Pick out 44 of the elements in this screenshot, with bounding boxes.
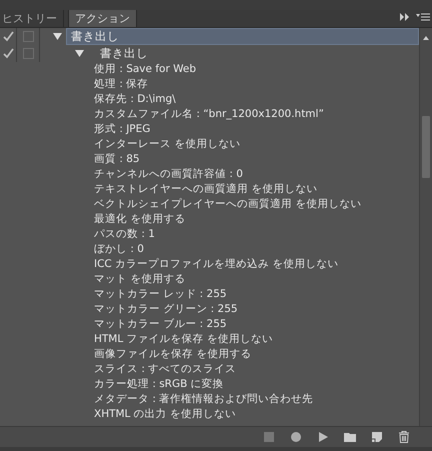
step-detail: 保存先 : D:\img\ <box>94 92 176 107</box>
expand-triangle-icon[interactable] <box>53 33 62 40</box>
play-icon[interactable] <box>317 431 329 443</box>
folder-icon[interactable] <box>344 431 356 443</box>
step-detail: 画像ファイルを保存 を使用する <box>94 347 252 362</box>
record-icon[interactable] <box>290 431 302 443</box>
step-detail: マットカラー グリーン : 255 <box>94 302 238 317</box>
step-detail: カラー処理 : sRGB に変換 <box>94 377 224 392</box>
scrollbar-thumb[interactable] <box>422 116 430 178</box>
dialog-toggle[interactable] <box>22 48 34 59</box>
step-detail: テキストレイヤーへの画質適用 を使用しない <box>94 182 318 197</box>
menu-icon[interactable] <box>416 13 430 21</box>
step-detail: メタデータ : 著作権情報および問い合わせ先 <box>94 392 314 407</box>
step-detail: チャンネルへの画質許容値 : 0 <box>94 167 243 182</box>
step-detail: マットカラー ブルー : 255 <box>94 317 227 332</box>
step-detail: 使用 : Save for Web <box>94 62 196 77</box>
scrollbar[interactable] <box>419 28 432 426</box>
dialog-toggle[interactable] <box>22 31 34 42</box>
step-detail: スライス : すべてのスライス <box>94 362 236 377</box>
step-detail: 処理 : 保存 <box>94 77 148 92</box>
step-detail: ICC カラープロファイルを埋め込み を使用しない <box>94 257 338 272</box>
action-item[interactable]: 書き出し <box>88 46 152 61</box>
step-detail: 画質 : 85 <box>94 152 140 167</box>
step-detail: 最適化 を使用する <box>94 212 186 227</box>
scroll-up-icon[interactable] <box>423 36 429 40</box>
action-item[interactable]: 書き出し <box>66 28 419 45</box>
panel-tab[interactable]: ヒストリー <box>0 10 64 27</box>
step-detail: マットカラー レッド : 255 <box>94 287 227 302</box>
step-detail: パスの数 : 1 <box>94 227 155 242</box>
step-detail: ベクトルシェイプレイヤーへの画質適用 を使用しない <box>94 197 362 212</box>
panel-tab[interactable]: アクション <box>68 10 137 27</box>
step-detail: マット を使用する <box>94 272 186 287</box>
step-detail: XHTML の出力 を使用しない <box>94 407 236 422</box>
step-detail: ぼかし : 0 <box>94 242 144 257</box>
expand-triangle-icon[interactable] <box>75 50 84 57</box>
check-icon[interactable] <box>2 48 14 59</box>
step-detail: 形式 : JPEG <box>94 122 150 137</box>
check-icon[interactable] <box>2 31 14 42</box>
trash-icon[interactable] <box>398 431 410 443</box>
collapse-icon[interactable] <box>400 13 410 21</box>
step-detail: HTML ファイルを保存 を使用しない <box>94 332 273 347</box>
step-detail: カスタムファイル名 : “bnr_1200x1200.html” <box>94 107 324 122</box>
step-detail: インターレース を使用しない <box>94 137 240 152</box>
new-item-icon[interactable] <box>371 431 383 443</box>
